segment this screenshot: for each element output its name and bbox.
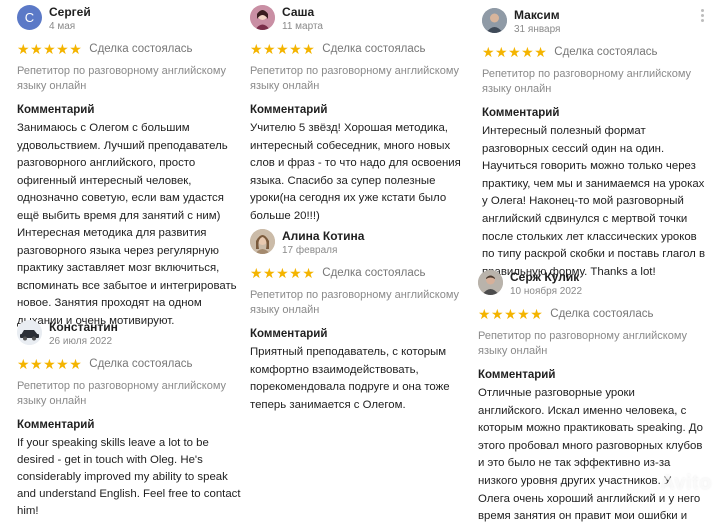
star-rating: ★★★★★ bbox=[478, 306, 544, 322]
reviewer-name[interactable]: Константин bbox=[49, 320, 118, 334]
avatar[interactable] bbox=[250, 5, 275, 30]
rating: ★★★★★ Сделка состоялась bbox=[478, 306, 703, 322]
deal-status: Сделка состоялась bbox=[322, 43, 426, 55]
avatar-letter: С bbox=[24, 10, 35, 25]
star-rating: ★★★★★ bbox=[250, 265, 316, 281]
review-date: 11 марта bbox=[282, 21, 323, 32]
review-date: 26 июля 2022 bbox=[49, 336, 113, 347]
rating: ★★★★★ Сделка состоялась bbox=[250, 265, 475, 281]
comment-text: Учителю 5 звёзд! Хорошая методика, интер… bbox=[250, 122, 461, 222]
avatar[interactable] bbox=[17, 320, 42, 345]
watermark-logo: Avito bbox=[660, 472, 712, 494]
photo-avatar-icon bbox=[250, 229, 275, 254]
reviewer-name[interactable]: Максим bbox=[514, 8, 560, 22]
review-card: Константин 26 июля 2022 ★★★★★ Сделка сос… bbox=[17, 318, 242, 520]
deal-status: Сделка состоялась bbox=[89, 43, 193, 55]
service-name: Репетитор по разговорному английскому яз… bbox=[482, 68, 692, 95]
comment-title: Комментарий bbox=[478, 369, 556, 381]
avatar[interactable]: С bbox=[17, 5, 42, 30]
comment-title: Комментарий bbox=[250, 328, 328, 340]
avatar[interactable] bbox=[478, 270, 503, 295]
rating: ★★★★★ Сделка состоялась bbox=[250, 41, 475, 57]
photo-avatar-icon bbox=[482, 8, 507, 33]
review-card: С Сергей 4 мая ★★★★★ Сделка состоялась Р… bbox=[17, 3, 242, 330]
reviewer-name[interactable]: Алина Котина bbox=[282, 229, 364, 243]
comment-text: Отличные разговорные уроки английского. … bbox=[478, 387, 703, 523]
deal-status: Сделка состоялась bbox=[554, 46, 658, 58]
avatar[interactable] bbox=[482, 8, 507, 33]
comment-title: Комментарий bbox=[17, 419, 95, 431]
reviewer-name[interactable]: Сергей bbox=[49, 5, 91, 19]
rating: ★★★★★ Сделка состоялась bbox=[482, 44, 707, 60]
service-name: Репетитор по разговорному английскому яз… bbox=[250, 65, 460, 92]
comment-text: Интересный полезный формат разговорных с… bbox=[482, 125, 706, 278]
star-rating: ★★★★★ bbox=[250, 41, 316, 57]
comment-text: Занимаюсь с Олегом с большим удовольстви… bbox=[17, 122, 237, 327]
reviewer-name[interactable]: Саша bbox=[282, 5, 314, 19]
rating: ★★★★★ Сделка состоялась bbox=[17, 41, 242, 57]
review-date: 31 января bbox=[514, 24, 561, 35]
review-card: Максим 31 января ★★★★★ Сделка состоялась… bbox=[482, 6, 707, 281]
service-name: Репетитор по разговорному английскому яз… bbox=[478, 330, 688, 357]
review-card: Саша 11 марта ★★★★★ Сделка состоялась Ре… bbox=[250, 3, 475, 226]
more-options-icon[interactable] bbox=[701, 9, 705, 24]
review-date: 10 ноября 2022 bbox=[510, 286, 583, 297]
star-rating: ★★★★★ bbox=[17, 41, 83, 57]
avatar[interactable] bbox=[250, 229, 275, 254]
star-rating: ★★★★★ bbox=[482, 44, 548, 60]
rating: ★★★★★ Сделка состоялась bbox=[17, 356, 242, 372]
deal-status: Сделка состоялась bbox=[550, 308, 654, 320]
comment-text: If your speaking skills leave a lot to b… bbox=[17, 437, 241, 517]
service-name: Репетитор по разговорному английскому яз… bbox=[250, 289, 460, 316]
deal-status: Сделка состоялась bbox=[322, 267, 426, 279]
comment-title: Комментарий bbox=[482, 107, 560, 119]
service-name: Репетитор по разговорному английскому яз… bbox=[17, 65, 227, 92]
reviewer-name[interactable]: Серж Кулик bbox=[510, 270, 579, 284]
review-date: 17 февраля bbox=[282, 245, 338, 256]
photo-avatar-icon bbox=[250, 5, 275, 30]
car-avatar-icon bbox=[17, 320, 42, 345]
deal-status: Сделка состоялась bbox=[89, 358, 193, 370]
photo-avatar-icon bbox=[478, 270, 503, 295]
review-card: Алина Котина 17 февраля ★★★★★ Сделка сос… bbox=[250, 227, 475, 414]
comment-title: Комментарий bbox=[250, 104, 328, 116]
comment-title: Комментарий bbox=[17, 104, 95, 116]
comment-text: Приятный преподаватель, с которым комфор… bbox=[250, 346, 450, 411]
review-date: 4 мая bbox=[49, 21, 76, 32]
star-rating: ★★★★★ bbox=[17, 356, 83, 372]
service-name: Репетитор по разговорному английскому яз… bbox=[17, 380, 227, 407]
